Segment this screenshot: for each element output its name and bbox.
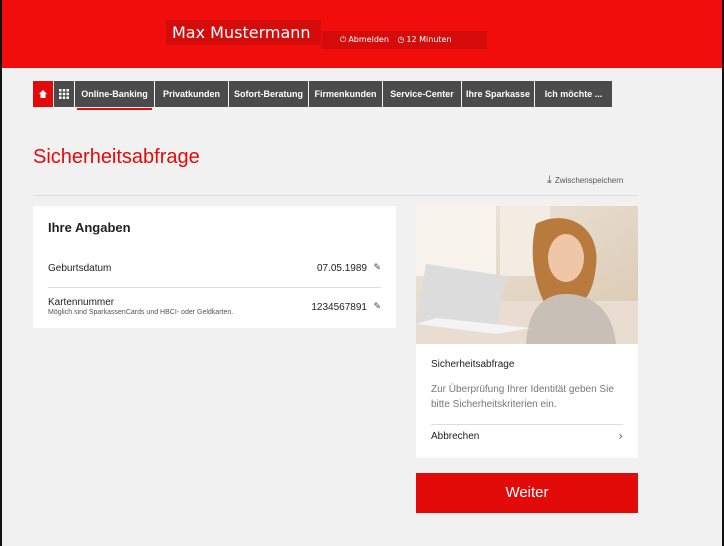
page-title: Sicherheitsabfrage bbox=[33, 146, 200, 168]
power-icon[interactable]: ⏻ bbox=[340, 35, 346, 44]
birthdate-value: 07.05.1989 bbox=[316, 263, 367, 274]
user-name: Max Mustermann bbox=[166, 20, 321, 45]
card-number-value: 1234567891 bbox=[311, 302, 367, 313]
header-bar: Max Mustermann ⏻ Abmelden ◷ 12 Minuten bbox=[0, 0, 724, 68]
save-for-later-link[interactable]: ⤓ Zwischenspeichern bbox=[547, 174, 623, 187]
logout-link[interactable]: Abmelden bbox=[348, 35, 389, 44]
info-text: Zur Überprüfung Ihrer Identität geben Si… bbox=[431, 384, 614, 410]
edit-pencil-icon[interactable]: ✎ bbox=[373, 302, 381, 312]
nav-firmenkunden[interactable]: Firmenkunden bbox=[309, 81, 382, 107]
card-title: Ihre Angaben bbox=[48, 220, 131, 235]
divider bbox=[431, 424, 623, 425]
woman-with-laptop-photo bbox=[416, 206, 638, 344]
divider bbox=[48, 287, 381, 288]
main-nav: Online-Banking Privatkunden Sofort-Berat… bbox=[33, 81, 613, 110]
clock-icon: ◷ bbox=[397, 35, 405, 44]
nav-sofort-beratung[interactable]: Sofort-Beratung bbox=[229, 81, 308, 107]
info-title: Sicherheitsabfrage bbox=[431, 359, 515, 370]
apps-menu-button[interactable] bbox=[54, 81, 74, 107]
nav-online-banking[interactable]: Online-Banking bbox=[75, 81, 154, 110]
home-button[interactable] bbox=[33, 81, 53, 107]
birthdate-row[interactable]: Geburtsdatum 07.05.1989 ✎ bbox=[48, 263, 381, 274]
grid-icon bbox=[59, 89, 69, 99]
home-icon bbox=[39, 90, 47, 98]
info-card: Sicherheitsabfrage Zur Überprüfung Ihrer… bbox=[416, 206, 638, 458]
nav-privatkunden[interactable]: Privatkunden bbox=[155, 81, 228, 107]
save-label[interactable]: Zwischenspeichern bbox=[555, 176, 623, 185]
continue-button[interactable]: Weiter bbox=[416, 473, 638, 513]
save-icon: ⤓ bbox=[547, 174, 552, 186]
nav-ich-moechte[interactable]: Ich möchte ... bbox=[535, 81, 612, 107]
nav-ihre-sparkasse[interactable]: Ihre Sparkasse bbox=[462, 81, 534, 107]
nav-service-center[interactable]: Service-Center bbox=[383, 81, 461, 107]
session-timer: 12 Minuten bbox=[406, 35, 452, 44]
card-number-row[interactable]: Kartennummer Möglich sind SparkassenCard… bbox=[48, 297, 381, 316]
details-card: Ihre Angaben Geburtsdatum 07.05.1989 ✎ K… bbox=[33, 206, 396, 328]
edit-pencil-icon[interactable]: ✎ bbox=[373, 263, 381, 273]
chevron-right-icon[interactable]: › bbox=[618, 429, 623, 443]
cancel-link[interactable]: Abbrechen bbox=[431, 431, 479, 442]
session-bar: ⏻ Abmelden ◷ 12 Minuten bbox=[322, 31, 487, 49]
divider bbox=[33, 195, 638, 196]
